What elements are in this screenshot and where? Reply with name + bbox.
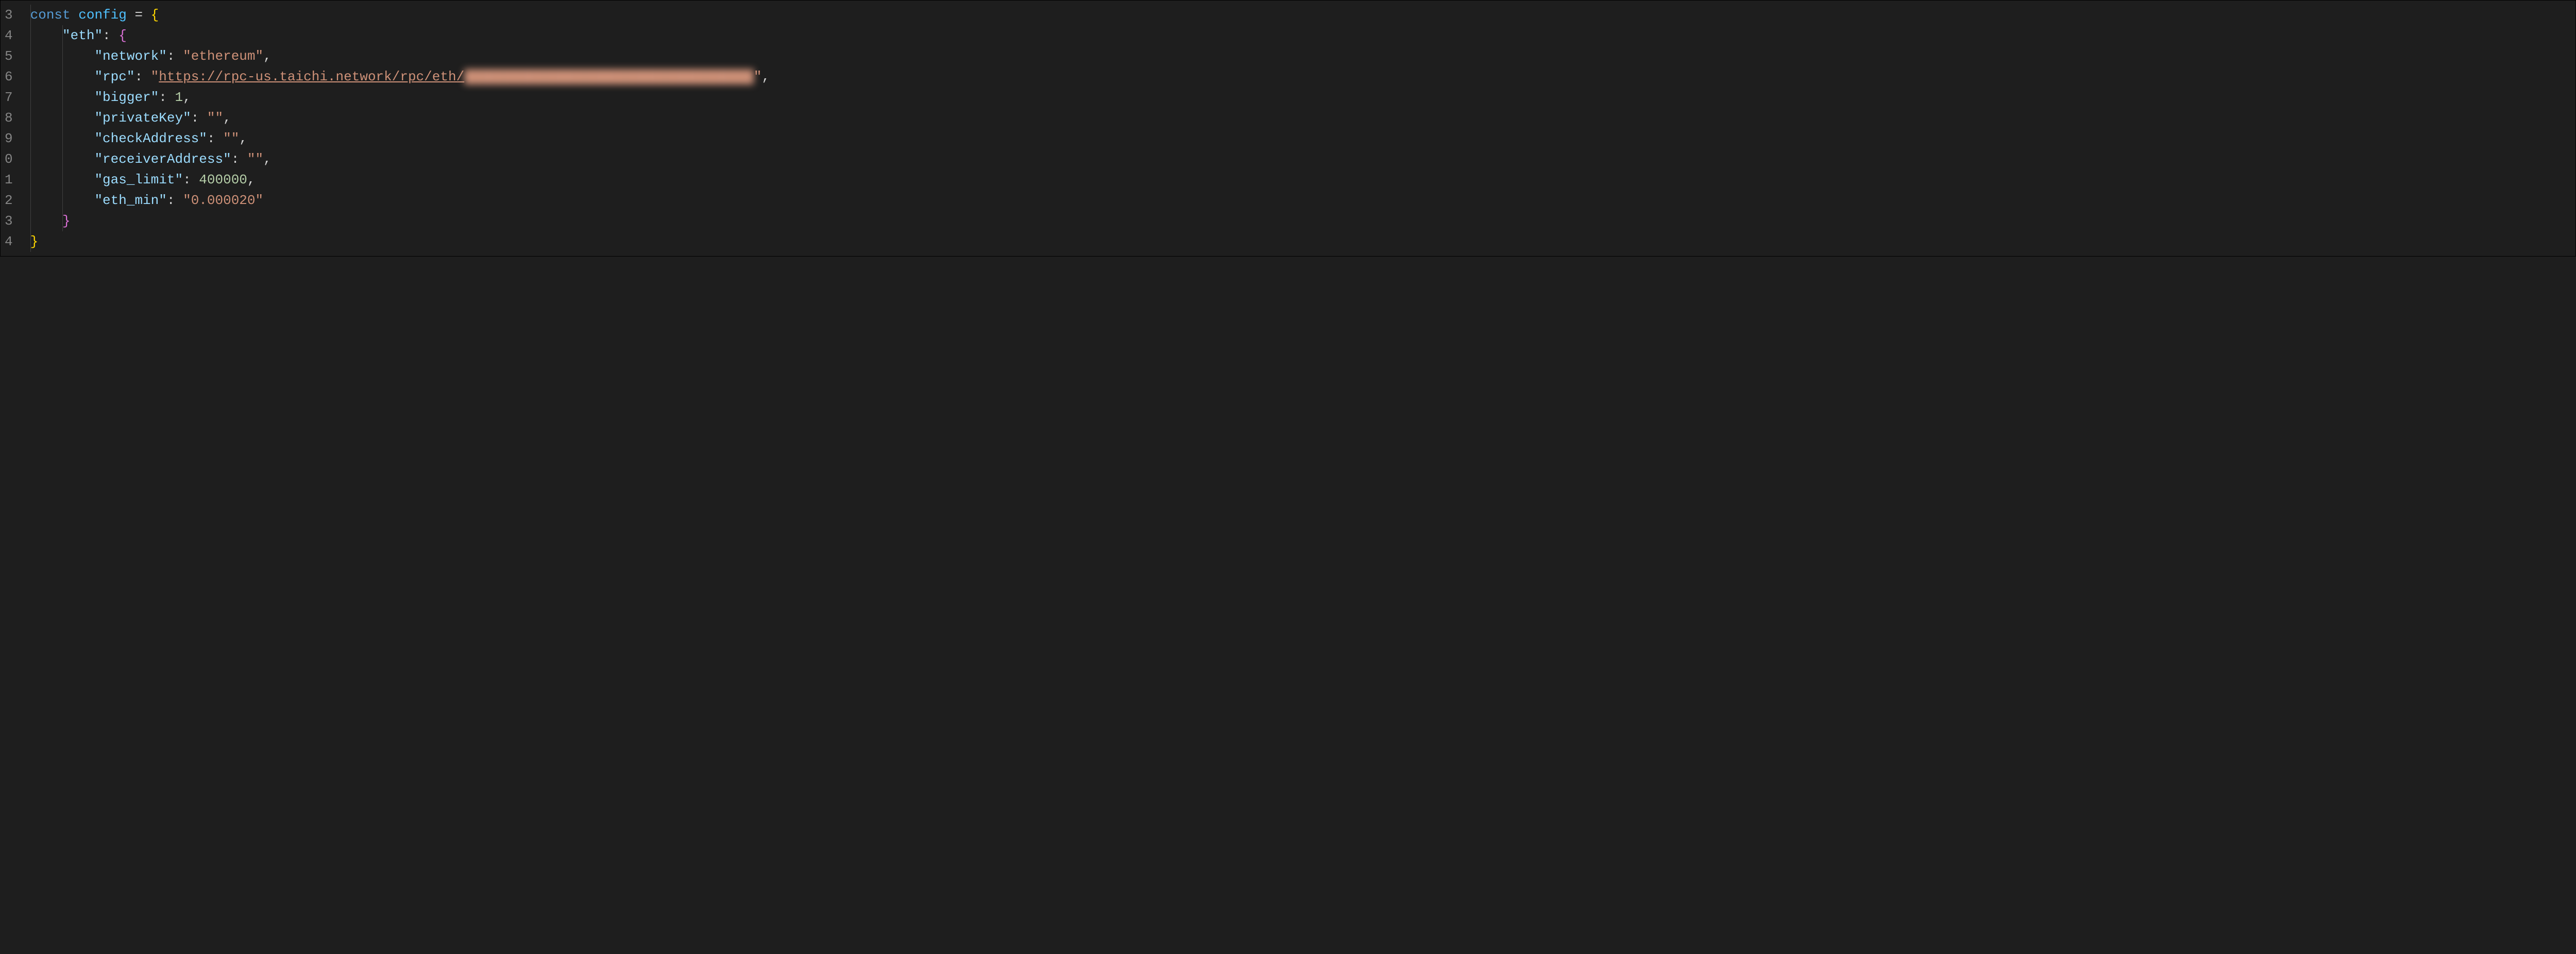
line-number: 8 bbox=[5, 108, 13, 128]
property-network: "network" bbox=[94, 48, 166, 64]
code-line[interactable]: "eth": { bbox=[22, 25, 2575, 46]
line-number: 6 bbox=[5, 66, 13, 87]
line-number: 7 bbox=[5, 87, 13, 108]
brace-open: { bbox=[151, 7, 159, 23]
colon: : bbox=[231, 151, 247, 167]
property-bigger: "bigger" bbox=[94, 90, 159, 105]
comma: , bbox=[223, 110, 231, 126]
line-number: 2 bbox=[5, 190, 13, 211]
line-number: 0 bbox=[5, 149, 13, 169]
number-bigger: 1 bbox=[175, 90, 183, 105]
brace-open: { bbox=[118, 28, 127, 43]
line-number: 4 bbox=[5, 231, 13, 252]
variable-config: config bbox=[78, 7, 127, 23]
string-ethereum: "ethereum" bbox=[183, 48, 263, 64]
comma: , bbox=[247, 172, 256, 188]
property-eth: "eth" bbox=[62, 28, 103, 43]
string-quote: " bbox=[151, 69, 159, 84]
property-gaslimit: "gas_limit" bbox=[94, 172, 183, 188]
code-line[interactable]: } bbox=[22, 211, 2575, 231]
colon: : bbox=[167, 48, 183, 64]
line-number: 4 bbox=[5, 25, 13, 46]
code-content[interactable]: const config = { "eth": { "network": "et… bbox=[22, 1, 2575, 256]
string-empty: "" bbox=[207, 110, 223, 126]
property-ethmin: "eth_min" bbox=[94, 193, 166, 208]
colon: : bbox=[183, 172, 199, 188]
keyword-const: const bbox=[30, 7, 71, 23]
rpc-url-redacted: ████████████████████████████████████ bbox=[464, 66, 754, 87]
code-line[interactable]: const config = { bbox=[22, 5, 2575, 25]
indent-guide bbox=[62, 25, 63, 231]
brace-close: } bbox=[62, 213, 71, 229]
line-number: 1 bbox=[5, 169, 13, 190]
colon: : bbox=[134, 69, 150, 84]
rpc-url-link[interactable]: https://rpc-us.taichi.network/rpc/eth/ bbox=[159, 69, 464, 84]
code-line[interactable]: "eth_min": "0.000020" bbox=[22, 190, 2575, 211]
comma: , bbox=[239, 131, 247, 146]
number-gaslimit: 400000 bbox=[199, 172, 247, 188]
colon: : bbox=[159, 90, 175, 105]
code-line[interactable]: "bigger": 1, bbox=[22, 87, 2575, 108]
property-rpc: "rpc" bbox=[94, 69, 134, 84]
comma: , bbox=[183, 90, 191, 105]
code-line[interactable]: "receiverAddress": "", bbox=[22, 149, 2575, 169]
comma: , bbox=[263, 151, 272, 167]
line-number-gutter: 3 4 5 6 7 8 9 0 1 2 3 4 bbox=[1, 1, 22, 256]
code-editor[interactable]: 3 4 5 6 7 8 9 0 1 2 3 4 const config = {… bbox=[0, 0, 2576, 257]
line-number: 5 bbox=[5, 46, 13, 66]
code-line[interactable]: "gas_limit": 400000, bbox=[22, 169, 2575, 190]
colon: : bbox=[207, 131, 223, 146]
property-privatekey: "privateKey" bbox=[94, 110, 191, 126]
line-number: 9 bbox=[5, 128, 13, 149]
line-number: 3 bbox=[5, 5, 13, 25]
code-line[interactable]: "checkAddress": "", bbox=[22, 128, 2575, 149]
property-checkaddress: "checkAddress" bbox=[94, 131, 207, 146]
colon: : bbox=[103, 28, 118, 43]
brace-close: } bbox=[30, 234, 39, 249]
code-line[interactable]: "network": "ethereum", bbox=[22, 46, 2575, 66]
code-line[interactable]: "privateKey": "", bbox=[22, 108, 2575, 128]
comma: , bbox=[263, 48, 272, 64]
string-empty: "" bbox=[247, 151, 263, 167]
string-ethmin: "0.000020" bbox=[183, 193, 263, 208]
string-empty: "" bbox=[223, 131, 239, 146]
indent-guide bbox=[30, 5, 31, 252]
code-line[interactable]: "rpc": "https://rpc-us.taichi.network/rp… bbox=[22, 66, 2575, 87]
operator-equals: = bbox=[127, 7, 151, 23]
string-quote: " bbox=[754, 69, 762, 84]
code-line[interactable]: } bbox=[22, 231, 2575, 252]
line-number: 3 bbox=[5, 211, 13, 231]
colon: : bbox=[167, 193, 183, 208]
colon: : bbox=[191, 110, 207, 126]
comma: , bbox=[762, 69, 770, 84]
property-receiveraddress: "receiverAddress" bbox=[94, 151, 231, 167]
